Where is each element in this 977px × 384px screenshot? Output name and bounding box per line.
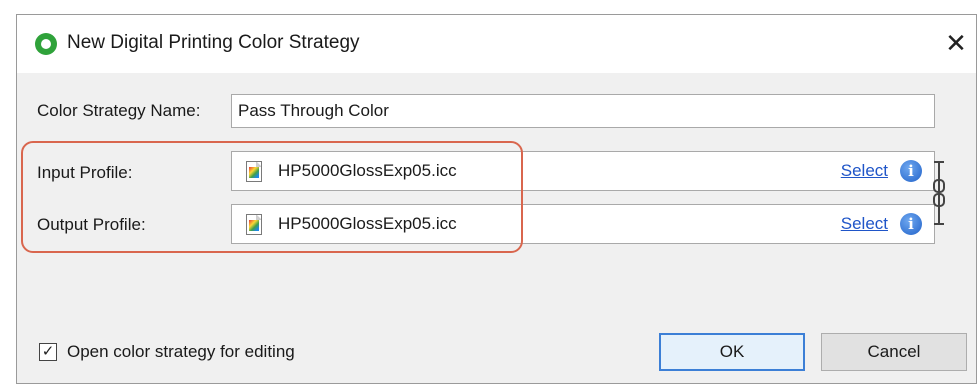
input-profile-field[interactable]: HP5000GlossExp05.icc Select i [231,151,935,191]
color-strategy-name-input[interactable] [231,94,935,128]
dialog-title: New Digital Printing Color Strategy [67,32,360,53]
icc-file-icon [246,161,262,182]
open-for-editing-label[interactable]: Open color strategy for editing [67,342,295,362]
cancel-button[interactable]: Cancel [821,333,967,371]
output-profile-field[interactable]: HP5000GlossExp05.icc Select i [231,204,935,244]
input-profile-select-link[interactable]: Select [841,161,888,181]
dialog-window: New Digital Printing Color Strategy ✕ Co… [16,14,977,384]
color-strategy-name-label: Color Strategy Name: [37,101,201,120]
output-profile-label: Output Profile: [37,215,146,234]
open-for-editing-checkbox[interactable]: ✓ [39,343,57,361]
link-profiles-icon[interactable] [931,160,947,226]
app-logo-icon [35,33,57,55]
input-profile-filename: HP5000GlossExp05.icc [278,161,457,180]
output-profile-select-link[interactable]: Select [841,214,888,234]
output-profile-filename: HP5000GlossExp05.icc [278,214,457,233]
close-icon[interactable]: ✕ [942,29,970,57]
icc-file-icon [246,214,262,235]
input-profile-info-icon[interactable]: i [900,160,922,182]
title-bar: New Digital Printing Color Strategy ✕ [17,15,976,73]
input-profile-label: Input Profile: [37,163,133,182]
ok-button[interactable]: OK [659,333,805,371]
output-profile-info-icon[interactable]: i [900,213,922,235]
